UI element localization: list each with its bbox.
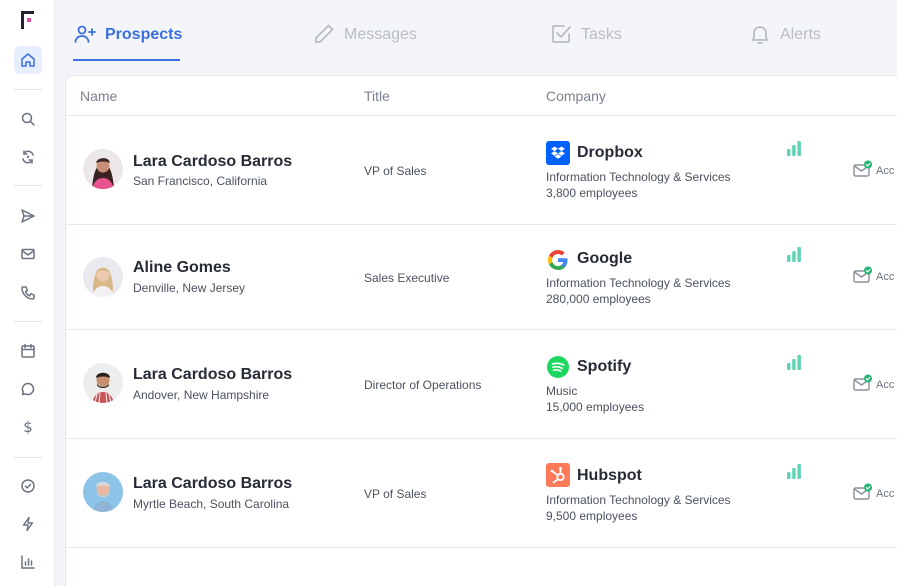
company-name[interactable]: Google [577, 250, 632, 268]
avatar [83, 472, 123, 512]
signal-strength-icon [786, 140, 802, 156]
table-row[interactable]: Lara Cardoso Barros Andover, New Hampshi… [66, 330, 897, 439]
prospect-title: VP of Sales [364, 487, 427, 501]
check-circle-icon[interactable] [14, 472, 42, 500]
pencil-icon [315, 24, 334, 43]
verified-mail-icon[interactable] [853, 160, 873, 178]
account-label: Acc [876, 271, 895, 283]
google-logo-icon [546, 248, 570, 272]
avatar [83, 149, 123, 189]
bolt-icon[interactable] [14, 510, 42, 538]
active-tab-indicator [73, 59, 180, 61]
company-industry: Information Technology & Services [546, 170, 731, 184]
avatar [83, 363, 123, 403]
tab-tasks[interactable]: Tasks [549, 25, 622, 62]
sidebar-divider [14, 185, 42, 186]
search-icon[interactable] [14, 105, 42, 133]
tab-label: Alerts [780, 26, 821, 43]
hubspot-logo-icon [546, 463, 570, 487]
prospect-location: Andover, New Hampshire [133, 388, 270, 402]
prospects-table: Name Title Company Lara Cardoso Barros S… [65, 75, 897, 586]
table-row[interactable]: Lara Cardoso Barros Myrtle Beach, South … [66, 439, 897, 548]
verified-mail-icon[interactable] [853, 374, 873, 392]
tab-alerts[interactable]: Alerts [748, 26, 821, 62]
tab-label: Tasks [581, 26, 622, 43]
sidebar: $ [0, 0, 55, 586]
chat-icon[interactable] [14, 375, 42, 403]
checkbox-icon [552, 25, 571, 43]
sidebar-divider [14, 457, 42, 458]
bell-icon [751, 26, 769, 44]
signal-strength-icon [786, 354, 802, 370]
column-header-title[interactable]: Title [364, 88, 390, 104]
company-employees: 15,000 employees [546, 400, 645, 414]
prospect-title: Sales Executive [364, 271, 450, 285]
tab-label: Messages [344, 26, 417, 43]
company-employees: 9,500 employees [546, 509, 638, 523]
app-logo[interactable] [20, 10, 36, 30]
table-row[interactable]: Aline Gomes Denville, New Jersey Sales E… [66, 225, 897, 330]
table-header: Name Title Company [66, 76, 897, 116]
dollar-icon[interactable]: $ [14, 413, 42, 441]
tab-prospects[interactable]: Prospects [73, 25, 183, 62]
dropbox-logo-icon [546, 141, 570, 165]
account-label: Acc [876, 488, 895, 500]
prospect-name[interactable]: Lara Cardoso Barros [133, 475, 292, 493]
company-employees: 3,800 employees [546, 186, 638, 200]
verified-mail-icon[interactable] [853, 266, 873, 284]
table-row[interactable]: Lara Cardoso Barros San Francisco, Calif… [66, 116, 897, 225]
mail-icon[interactable] [14, 240, 42, 268]
account-label: Acc [876, 379, 895, 391]
tab-bar: Prospects Messages Tasks Alerts [55, 0, 897, 74]
avatar [83, 257, 123, 297]
prospect-name[interactable]: Lara Cardoso Barros [133, 366, 292, 384]
phone-icon[interactable] [14, 279, 42, 307]
prospect-location: Myrtle Beach, South Carolina [133, 497, 290, 511]
company-industry: Music [546, 384, 578, 398]
column-header-name[interactable]: Name [80, 88, 117, 104]
spotify-logo-icon [546, 355, 570, 379]
tab-messages[interactable]: Messages [312, 24, 417, 62]
bar-chart-icon[interactable] [14, 548, 42, 576]
home-icon[interactable] [14, 46, 42, 74]
prospect-name[interactable]: Lara Cardoso Barros [133, 153, 292, 171]
add-user-icon [74, 25, 96, 43]
company-name[interactable]: Spotify [577, 358, 631, 376]
company-industry: Information Technology & Services [546, 493, 731, 507]
signal-strength-icon [786, 246, 802, 262]
company-employees: 280,000 employees [546, 292, 651, 306]
company-name[interactable]: Hubspot [577, 467, 642, 485]
account-label: Acc [876, 165, 895, 177]
sidebar-divider [14, 321, 42, 322]
prospect-title: VP of Sales [364, 164, 427, 178]
calendar-icon[interactable] [14, 337, 42, 365]
company-industry: Information Technology & Services [546, 276, 731, 290]
tab-label: Prospects [105, 26, 183, 43]
signal-strength-icon [786, 463, 802, 479]
send-icon[interactable] [14, 202, 42, 230]
prospect-title: Director of Operations [364, 378, 482, 392]
column-header-company[interactable]: Company [546, 88, 606, 104]
company-name[interactable]: Dropbox [577, 144, 643, 162]
verified-mail-icon[interactable] [853, 483, 873, 501]
sidebar-divider [14, 89, 42, 90]
prospect-location: Denville, New Jersey [133, 281, 246, 295]
prospect-name[interactable]: Aline Gomes [133, 259, 231, 277]
prospect-location: San Francisco, California [133, 174, 268, 188]
sync-icon[interactable] [14, 143, 42, 171]
